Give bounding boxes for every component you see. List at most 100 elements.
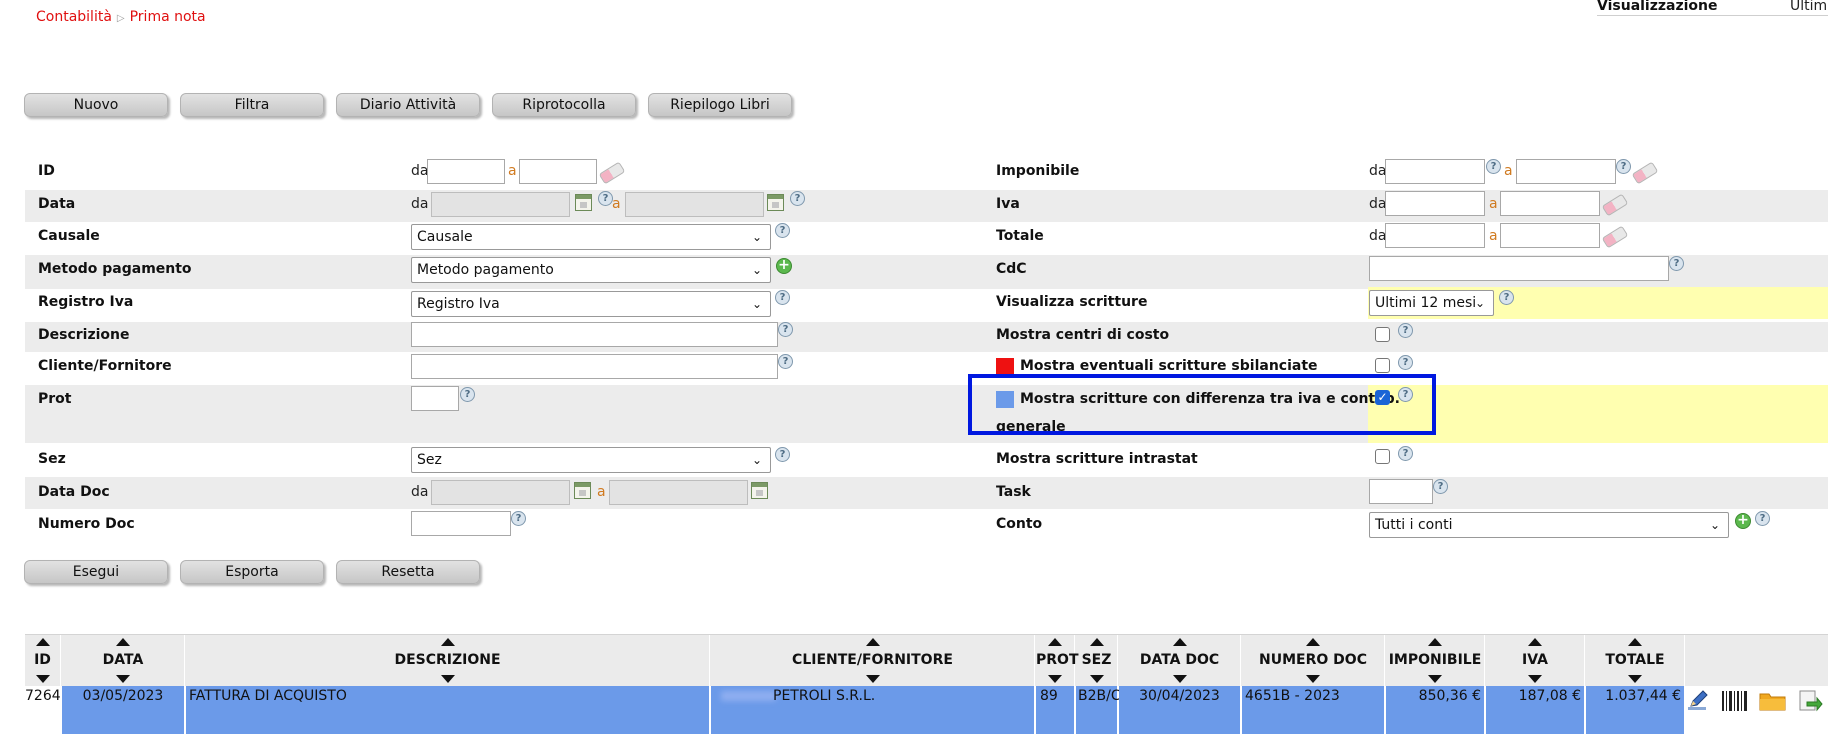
column-header-data-doc[interactable]: DATA DOC — [1119, 635, 1241, 687]
id-to-input[interactable] — [519, 159, 597, 184]
sort-desc-icon[interactable] — [1306, 675, 1320, 683]
table-row[interactable]: 7264 03/05/2023 FATTURA DI ACQUISTO PETR… — [25, 686, 1828, 734]
run-button[interactable]: Esegui — [24, 560, 168, 584]
iva-to-input[interactable] — [1500, 191, 1600, 216]
data-to-input[interactable] — [625, 192, 764, 217]
registro-select[interactable]: Registro Iva ⌄ — [411, 291, 771, 317]
column-header-prot[interactable]: PROT — [1036, 635, 1079, 687]
conto-select[interactable]: Tutti i conti ⌄ — [1369, 512, 1729, 538]
calendar-icon[interactable] — [574, 482, 591, 499]
help-icon[interactable]: ? — [790, 191, 805, 206]
totale-to-input[interactable] — [1500, 223, 1600, 248]
calendar-icon[interactable] — [767, 194, 784, 211]
iva-from-input[interactable] — [1385, 191, 1485, 216]
data-from-input[interactable] — [431, 192, 570, 217]
intrastat-checkbox[interactable] — [1375, 449, 1390, 464]
cdc-input[interactable] — [1369, 256, 1669, 281]
column-header-totale[interactable]: TOTALE — [1586, 635, 1685, 687]
prot-input[interactable] — [411, 386, 459, 411]
calendar-icon[interactable] — [751, 482, 768, 499]
sort-asc-icon[interactable] — [1048, 638, 1062, 646]
help-icon[interactable]: ? — [775, 447, 790, 462]
descrizione-input[interactable] — [411, 322, 778, 347]
sort-asc-icon[interactable] — [116, 638, 130, 646]
column-header-descrizione[interactable]: DESCRIZIONE — [186, 635, 710, 687]
sort-desc-icon[interactable] — [1528, 675, 1542, 683]
add-icon[interactable]: + — [1735, 513, 1751, 529]
column-header-data[interactable]: DATA — [62, 635, 185, 687]
sort-desc-icon[interactable] — [35, 675, 50, 683]
help-icon[interactable]: ? — [775, 290, 790, 305]
sort-asc-icon[interactable] — [1428, 638, 1442, 646]
help-icon[interactable]: ? — [775, 223, 790, 238]
sort-desc-icon[interactable] — [1048, 675, 1062, 683]
breadcrumb-root-link[interactable]: Contabilità — [36, 9, 112, 25]
id-from-input[interactable] — [427, 159, 505, 184]
sort-desc-icon[interactable] — [1428, 675, 1442, 683]
column-header-imponibile[interactable]: IMPONIBILE — [1386, 635, 1485, 687]
sort-desc-icon[interactable] — [1172, 675, 1187, 683]
sort-asc-icon[interactable] — [35, 638, 50, 646]
sort-desc-icon[interactable] — [116, 675, 130, 683]
new-button[interactable]: Nuovo — [24, 93, 168, 117]
sort-asc-icon[interactable] — [1628, 638, 1642, 646]
breadcrumb-current[interactable]: Prima nota — [130, 9, 206, 25]
help-icon[interactable]: ? — [778, 322, 793, 337]
help-icon[interactable]: ? — [1398, 446, 1413, 461]
sort-desc-icon[interactable] — [865, 675, 880, 683]
help-icon[interactable]: ? — [598, 191, 613, 206]
help-icon[interactable]: ? — [1398, 323, 1413, 338]
column-header-id[interactable]: ID — [25, 635, 61, 687]
sbilanciate-checkbox[interactable] — [1375, 358, 1390, 373]
sort-asc-icon[interactable] — [1306, 638, 1320, 646]
help-icon[interactable]: ? — [1499, 290, 1514, 305]
export-button[interactable]: Esporta — [180, 560, 324, 584]
totale-from-input[interactable] — [1385, 223, 1485, 248]
column-header-sez[interactable]: SEZ — [1076, 635, 1118, 687]
export-icon[interactable] — [1795, 689, 1823, 713]
sort-asc-icon[interactable] — [440, 638, 455, 646]
metodo-select[interactable]: Metodo pagamento ⌄ — [411, 257, 771, 283]
reset-button[interactable]: Resetta — [336, 560, 480, 584]
sort-asc-icon[interactable] — [1089, 638, 1104, 646]
view-value[interactable]: Ultim — [1790, 0, 1827, 14]
task-input[interactable] — [1369, 479, 1433, 504]
cliente-input[interactable] — [411, 354, 778, 379]
column-header-iva[interactable]: IVA — [1486, 635, 1585, 687]
calendar-icon[interactable] — [575, 194, 592, 211]
book-summary-button[interactable]: Riepilogo Libri — [648, 93, 792, 117]
reprotocol-button[interactable]: Riprotocolla — [492, 93, 636, 117]
sort-asc-icon[interactable] — [865, 638, 880, 646]
barcode-icon[interactable] — [1720, 689, 1750, 713]
add-icon[interactable]: + — [776, 258, 792, 274]
help-icon[interactable]: ? — [511, 511, 526, 526]
sort-desc-icon[interactable] — [1628, 675, 1642, 683]
sort-asc-icon[interactable] — [1172, 638, 1187, 646]
centri-checkbox[interactable] — [1375, 327, 1390, 342]
help-icon[interactable]: ? — [1669, 256, 1684, 271]
sort-asc-icon[interactable] — [1528, 638, 1542, 646]
help-icon[interactable]: ? — [1755, 511, 1770, 526]
eraser-icon[interactable] — [1601, 225, 1629, 249]
numero-doc-input[interactable] — [411, 511, 511, 536]
help-icon[interactable]: ? — [1433, 479, 1448, 494]
help-icon[interactable]: ? — [1486, 159, 1501, 174]
sort-desc-icon[interactable] — [440, 675, 455, 683]
help-icon[interactable]: ? — [778, 354, 793, 369]
data-doc-from-input[interactable] — [431, 480, 570, 505]
help-icon[interactable]: ? — [1398, 355, 1413, 370]
visualizza-select[interactable]: Ultimi 12 mesi ⌄ — [1369, 290, 1494, 316]
causale-select[interactable]: Causale ⌄ — [411, 224, 771, 250]
imponibile-from-input[interactable] — [1385, 159, 1485, 184]
eraser-icon[interactable] — [598, 161, 626, 185]
filter-button[interactable]: Filtra — [180, 93, 324, 117]
activity-log-button[interactable]: Diario Attività — [336, 93, 480, 117]
help-icon[interactable]: ? — [460, 387, 475, 402]
edit-icon[interactable] — [1686, 689, 1710, 713]
imponibile-to-input[interactable] — [1516, 159, 1616, 184]
folder-icon[interactable] — [1758, 689, 1788, 713]
column-header-cliente[interactable]: CLIENTE/FORNITORE — [711, 635, 1035, 687]
help-icon[interactable]: ? — [1616, 159, 1631, 174]
sez-select[interactable]: Sez ⌄ — [411, 447, 771, 473]
data-doc-to-input[interactable] — [609, 480, 748, 505]
